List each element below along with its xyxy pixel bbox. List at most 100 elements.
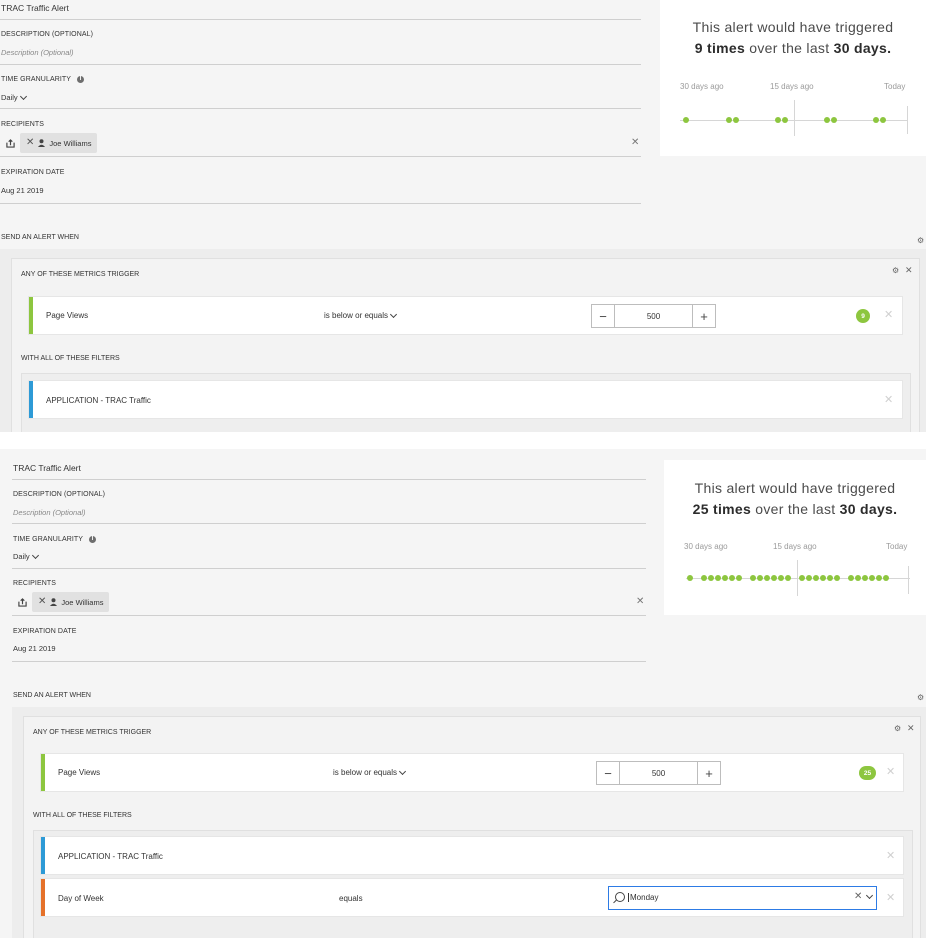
trigger-dot [883, 575, 889, 581]
conditions-container: ANY OF THESE METRICS TRIGGER ⚙ ✕ Page Vi… [12, 707, 926, 938]
clear-recipients-icon[interactable]: ✕ [631, 137, 639, 148]
trigger-dot [722, 575, 728, 581]
trigger-dot [880, 117, 886, 123]
share-icon[interactable] [18, 598, 27, 607]
trigger-dot [778, 575, 784, 581]
trigger-dot [873, 117, 879, 123]
filter-value[interactable]: Monday [628, 893, 658, 902]
remove-metric-icon[interactable]: ✕ [884, 308, 893, 321]
group-gear-icon[interactable]: ⚙ [892, 266, 899, 275]
description-label: DESCRIPTION (OPTIONAL) [1, 31, 94, 38]
trigger-dot [771, 575, 777, 581]
threshold-stepper[interactable]: − 500 + [596, 761, 721, 785]
trigger-dot [729, 575, 735, 581]
axis-end-label: Today [884, 82, 906, 91]
trigger-dot [785, 575, 791, 581]
gear-icon[interactable]: ⚙ [917, 693, 924, 702]
divider [0, 64, 641, 65]
info-icon[interactable]: i [89, 536, 97, 543]
chevron-down-icon[interactable] [865, 891, 874, 900]
remove-filter-icon[interactable]: ✕ [886, 891, 895, 904]
screenshot-separator [0, 432, 926, 449]
recipient-name: Joe Williams [49, 138, 92, 148]
alert-name[interactable]: TRAC Traffic Alert [1, 3, 69, 13]
operator-value: is below or equals [333, 768, 398, 777]
timeline-tick [797, 560, 798, 596]
alert-name[interactable]: TRAC Traffic Alert [13, 463, 81, 473]
increment-button[interactable]: + [697, 762, 720, 784]
share-icon[interactable] [6, 139, 15, 148]
threshold-input[interactable]: 500 [620, 762, 697, 784]
filter-value-input[interactable]: Monday ✕ [608, 886, 877, 910]
filter-name[interactable]: APPLICATION - TRAC Traffic [58, 852, 163, 861]
granularity-dropdown[interactable]: Daily [1, 92, 27, 102]
filter-operator[interactable]: equals [339, 894, 363, 903]
info-icon[interactable]: i [77, 76, 85, 83]
trigger-dot [806, 575, 812, 581]
divider [0, 19, 641, 20]
remove-filter-icon[interactable]: ✕ [884, 393, 893, 406]
description-input[interactable]: Description (Optional) [1, 48, 74, 57]
time-granularity-label: TIME GRANULARITY i [13, 536, 97, 543]
recipient-chip[interactable]: ✕ Joe Williams [32, 592, 110, 612]
operator-value: is below or equals [324, 311, 389, 320]
send-alert-label: SEND AN ALERT WHEN [13, 692, 91, 699]
metric-name[interactable]: Page Views [58, 768, 100, 777]
summary-period: 30 days. [833, 40, 892, 56]
axis-mid-label: 15 days ago [770, 82, 814, 91]
description-input[interactable]: Description (Optional) [13, 508, 86, 517]
filters-label: WITH ALL OF THESE FILTERS [33, 812, 132, 819]
expiration-date[interactable]: Aug 21 2019 [13, 644, 56, 653]
granularity-dropdown[interactable]: Daily [13, 551, 39, 561]
decrement-button[interactable]: − [597, 762, 620, 784]
threshold-stepper[interactable]: − 500 + [591, 304, 716, 328]
metric-name[interactable]: Page Views [46, 311, 88, 320]
increment-button[interactable]: + [692, 305, 715, 327]
metrics-group: ANY OF THESE METRICS TRIGGER ⚙ ✕ Page Vi… [23, 716, 921, 938]
trigger-dot [820, 575, 826, 581]
time-granularity-text: TIME GRANULARITY [1, 76, 72, 83]
filters-group: APPLICATION - TRAC Traffic ✕ Day of Week… [33, 830, 913, 938]
metrics-label: ANY OF THESE METRICS TRIGGER [33, 729, 152, 736]
summary-count: 25 times [692, 501, 752, 517]
filter-color-bar[interactable] [29, 381, 33, 418]
remove-metric-icon[interactable]: ✕ [886, 765, 895, 778]
metric-color-bar[interactable] [29, 297, 33, 334]
remove-recipient-icon[interactable]: ✕ [38, 597, 46, 607]
remove-recipient-icon[interactable]: ✕ [26, 138, 34, 148]
trigger-dot [862, 575, 868, 581]
filter-color-bar[interactable] [41, 837, 45, 874]
metric-color-bar[interactable] [41, 754, 45, 791]
trigger-dot [782, 117, 788, 123]
group-close-icon[interactable]: ✕ [907, 723, 915, 734]
metric-row: Page Views is below or equals − 500 + 25… [40, 753, 904, 792]
clear-value-icon[interactable]: ✕ [854, 891, 862, 902]
metrics-label: ANY OF THESE METRICS TRIGGER [21, 271, 140, 278]
remove-filter-icon[interactable]: ✕ [886, 849, 895, 862]
timeline-tick [908, 566, 909, 594]
filter-dimension[interactable]: Day of Week [58, 894, 104, 903]
operator-dropdown[interactable]: is below or equals [333, 767, 407, 777]
filters-group: APPLICATION - TRAC Traffic ✕ [21, 373, 911, 432]
group-close-icon[interactable]: ✕ [905, 265, 913, 276]
trigger-dot [831, 117, 837, 123]
group-gear-icon[interactable]: ⚙ [894, 724, 901, 733]
expiration-date[interactable]: Aug 21 2019 [1, 186, 44, 195]
recipients-label: RECIPIENTS [13, 580, 57, 587]
filter-row: APPLICATION - TRAC Traffic ✕ [28, 380, 903, 419]
clear-recipients-icon[interactable]: ✕ [636, 596, 644, 607]
gear-icon[interactable]: ⚙ [917, 236, 924, 245]
summary-text: This alert would have triggered 25 times… [664, 478, 926, 520]
decrement-button[interactable]: − [592, 305, 615, 327]
axis-end-label: Today [886, 542, 908, 551]
trigger-dot [701, 575, 707, 581]
filter-color-bar[interactable] [41, 879, 45, 916]
summary-line1: This alert would have triggered [692, 19, 894, 35]
threshold-input[interactable]: 500 [615, 305, 692, 327]
filter-name[interactable]: APPLICATION - TRAC Traffic [46, 396, 151, 405]
recipient-chip[interactable]: ✕ Joe Williams [20, 133, 98, 153]
summary-text: This alert would have triggered 9 times … [660, 17, 926, 59]
operator-dropdown[interactable]: is below or equals [324, 310, 398, 320]
summary-mid: over the last [751, 501, 840, 517]
trigger-dot [683, 117, 689, 123]
